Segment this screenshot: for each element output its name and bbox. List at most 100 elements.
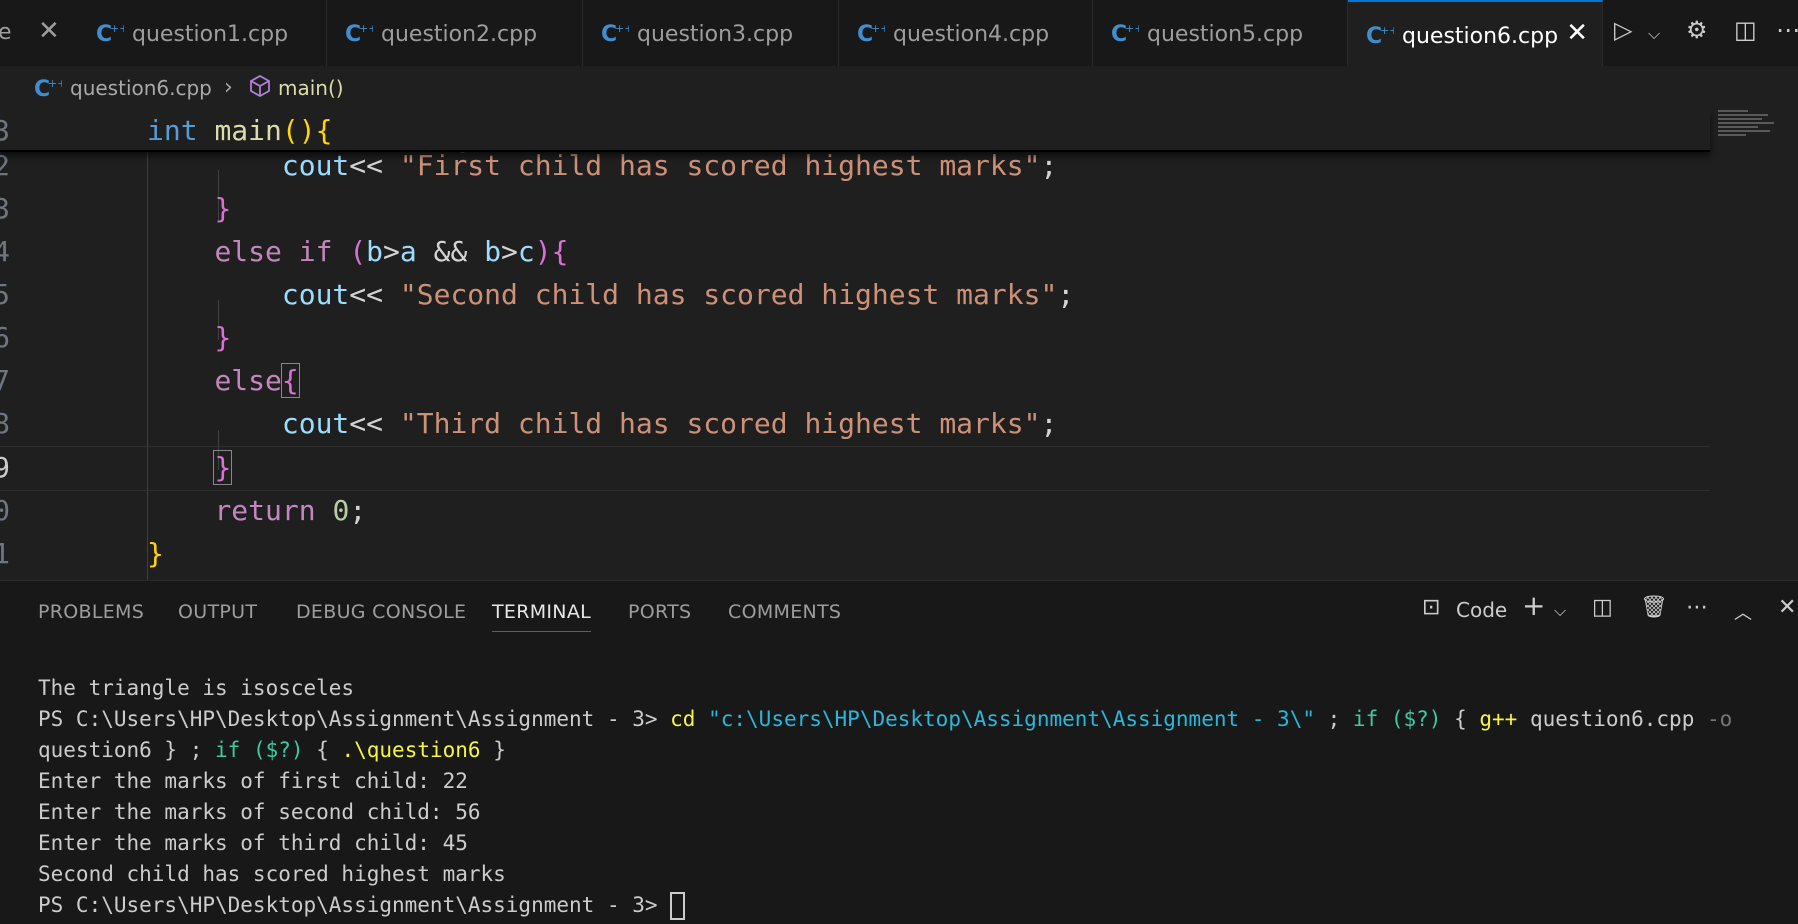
tab-question2[interactable]: C ++ question2.cpp — [327, 0, 583, 66]
terminal-line: Enter the marks of second child: 56 — [38, 800, 481, 824]
code-line: else if (b>a && b>c){ — [214, 235, 569, 268]
tab-output[interactable]: OUTPUT — [178, 601, 257, 623]
cmd-token: question6 } ; — [38, 738, 216, 762]
code-line: int main(){ — [147, 114, 333, 147]
cmd-token: if — [215, 738, 241, 762]
tab-question4[interactable]: C ++ question4.cpp — [839, 0, 1093, 66]
close-tab-icon[interactable]: ✕ — [1566, 18, 1588, 48]
bottom-panel: PROBLEMS OUTPUT DEBUG CONSOLE TERMINAL P… — [0, 580, 1798, 924]
code-line: } — [214, 321, 232, 354]
cmd-token: -o — [1707, 707, 1733, 731]
cmd-token: .\question6 — [341, 738, 481, 762]
terminal-line: Enter the marks of third child: 45 — [38, 831, 468, 855]
tab-label: question2.cpp — [381, 22, 538, 47]
more-actions-icon[interactable]: ⋯ — [1686, 595, 1708, 620]
cmd-token: "c:\Users\HP\Desktop\Assignment\Assignme… — [708, 707, 1315, 731]
cmd-token: if — [1352, 707, 1379, 731]
code-line: } — [147, 537, 164, 570]
svg-text:++: ++ — [48, 77, 62, 90]
code-line-21: 21 } — [0, 533, 1710, 576]
split-editor-icon[interactable]: ◫ — [1734, 16, 1757, 44]
svg-text:++: ++ — [615, 22, 629, 35]
prompt: PS C:\Users\HP\Desktop\Assignment\Assign… — [38, 893, 671, 917]
gear-icon[interactable]: ⚙ — [1686, 16, 1708, 44]
close-panel-icon[interactable]: ✕ — [1778, 595, 1796, 620]
shell-name[interactable]: Code — [1456, 598, 1507, 622]
number-literal: 0 — [332, 494, 350, 527]
code-line-16: 16 } — [0, 317, 1710, 360]
svg-text:++: ++ — [1125, 22, 1139, 35]
code-line: else{ — [214, 363, 300, 398]
sticky-scroll-header[interactable]: 3 int main(){ — [0, 110, 1710, 152]
line-number: 15 — [0, 278, 10, 311]
code-line: } — [213, 450, 233, 485]
cmd-token: question6.cpp — [1529, 707, 1695, 731]
editor-tab-bar: e ✕ C ++ question1.cpp C ++ question2.cpp … — [0, 0, 1798, 67]
chevron-right-icon: › — [224, 75, 233, 100]
cpp-file-icon: C++ — [345, 22, 373, 46]
tab-comments[interactable]: COMMENTS — [728, 601, 841, 623]
line-number: 20 — [0, 494, 10, 527]
line-number: 21 — [0, 537, 10, 570]
line-number: 19 — [0, 451, 10, 484]
line-number: 12 — [0, 149, 10, 182]
svg-text:++: ++ — [110, 22, 124, 35]
terminal-line: The triangle is isosceles — [38, 676, 355, 700]
code-line: } — [214, 192, 232, 225]
tab-debug-console[interactable]: DEBUG CONSOLE — [296, 601, 466, 623]
tab-question5[interactable]: C ++ question5.cpp — [1093, 0, 1348, 66]
tab-label: question4.cpp — [893, 22, 1050, 47]
tab-terminal[interactable]: TERMINAL — [492, 601, 592, 632]
code-line: cout<< "First child has scored highest m… — [281, 149, 1058, 182]
breadcrumb-file[interactable]: question6.cpp — [70, 76, 212, 100]
string-literal: "Second child has scored highest marks" — [399, 278, 1058, 311]
terminal-line: Enter the marks of first child: 22 — [38, 769, 468, 793]
tab-question1[interactable]: C ++ question1.cpp — [78, 0, 327, 66]
split-terminal-icon[interactable]: ◫ — [1592, 595, 1613, 620]
line-number: 13 — [0, 192, 10, 225]
cpp-file-icon: C++ — [1366, 24, 1394, 48]
code-line: cout<< "Third child has scored highest m… — [281, 407, 1058, 440]
prompt: PS C:\Users\HP\Desktop\Assignment\Assign… — [38, 707, 671, 731]
partial-tab-label: e — [0, 20, 12, 45]
svg-text:++: ++ — [359, 22, 373, 35]
minimap[interactable] — [1718, 110, 1776, 150]
code-line: return 0; — [214, 494, 367, 527]
code-line-15: 15 cout<< "Second child has scored highe… — [0, 274, 1710, 317]
close-icon[interactable]: ✕ — [38, 16, 60, 46]
code-editor[interactable]: 3 int main(){ 11 if(a>b && a>c){ 12 cout… — [0, 110, 1798, 580]
tab-label: question3.cpp — [637, 22, 794, 47]
breadcrumb-symbol[interactable]: main() — [278, 76, 344, 100]
tab-problems[interactable]: PROBLEMS — [38, 601, 144, 623]
terminal-line: Second child has scored highest marks — [38, 862, 506, 886]
chevron-down-icon[interactable]: ⌵ — [1648, 24, 1660, 44]
add-terminal-icon[interactable]: + — [1522, 589, 1545, 622]
code-line-14: 14 else if (b>a && b>c){ — [0, 231, 1710, 274]
tab-label: question6.cpp — [1402, 24, 1559, 49]
svg-text:++: ++ — [871, 22, 885, 35]
trash-icon[interactable]: 🗑 — [1640, 595, 1668, 620]
code-line-20: 20 return 0; — [0, 490, 1710, 533]
tab-ports[interactable]: PORTS — [628, 601, 691, 623]
line-number: 17 — [0, 364, 10, 397]
tab-question3[interactable]: C ++ question3.cpp — [583, 0, 839, 66]
chevron-down-icon[interactable]: ⌵ — [1554, 601, 1566, 621]
tab-label: question1.cpp — [132, 22, 289, 47]
line-number: 16 — [0, 321, 10, 354]
cmd-token: cd — [670, 707, 696, 731]
tab-question6[interactable]: C ++ question6.cpp ✕ — [1348, 0, 1603, 66]
cmd-token: ($?) — [1390, 707, 1442, 731]
terminal-icon[interactable]: ⊡ — [1422, 595, 1440, 620]
svg-text:++: ++ — [1380, 24, 1394, 37]
terminal-output[interactable]: The triangle is isosceles PS C:\Users\HP… — [38, 673, 1732, 921]
cpp-file-icon: C++ — [1111, 22, 1139, 46]
more-actions-icon[interactable]: ⋯ — [1776, 16, 1798, 44]
cpp-file-icon: C++ — [96, 22, 124, 46]
run-icon[interactable]: ▷ — [1614, 16, 1632, 44]
maximize-panel-icon[interactable]: ︿ — [1734, 599, 1752, 625]
cpp-file-icon: C++ — [34, 77, 62, 101]
terminal-cursor[interactable] — [670, 892, 686, 920]
code-line-18: 18 cout<< "Third child has scored highes… — [0, 403, 1710, 446]
partial-tab[interactable]: e ✕ — [0, 0, 78, 66]
code-line-19-current: 19 } — [0, 446, 1710, 491]
